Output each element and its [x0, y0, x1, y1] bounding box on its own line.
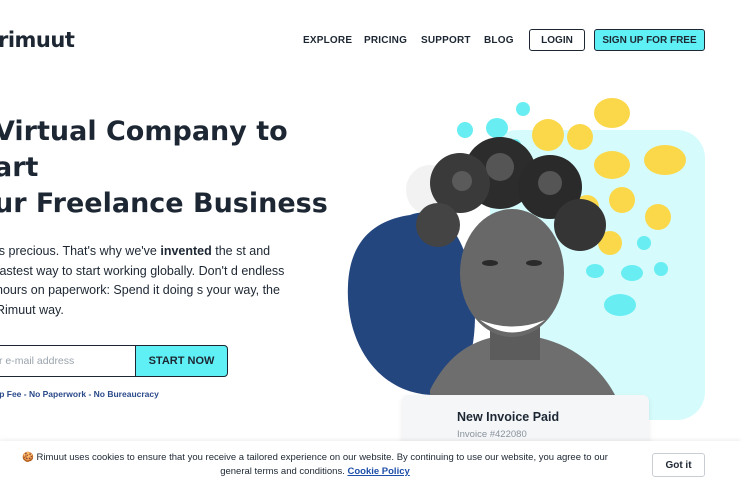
headline-line-2: art	[0, 152, 39, 183]
invoice-number: Invoice #422080	[457, 429, 527, 440]
intro-text-bold: invented	[160, 244, 212, 258]
got-it-button[interactable]: Got it	[652, 453, 705, 477]
cookie-text: Rimuut uses cookies to ensure that you r…	[36, 452, 608, 477]
hero-tagline: up Fee - No Paperwork - No Bureaucracy	[0, 389, 159, 399]
hero-intro: is precious. That's why we've invented t…	[0, 242, 296, 320]
hero-illustration	[347, 98, 705, 425]
intro-text-start: is precious. That's why we've	[0, 244, 161, 258]
headline-line-1: Virtual Company to	[0, 116, 288, 147]
login-button[interactable]: LOGIN	[529, 29, 585, 51]
cookie-banner: 🍪 Rimuut uses cookies to ensure that you…	[0, 441, 741, 486]
nav-explore[interactable]: EXPLORE	[303, 35, 352, 46]
cookie-message: 🍪 Rimuut uses cookies to ensure that you…	[20, 451, 610, 479]
invoice-title: New Invoice Paid	[457, 410, 560, 424]
nav-support[interactable]: SUPPORT	[421, 35, 471, 46]
email-input[interactable]	[0, 345, 138, 377]
rimuut-logo[interactable]: rimuut	[0, 28, 75, 52]
cookie-policy-link[interactable]: Cookie Policy	[347, 466, 409, 477]
start-now-button[interactable]: START NOW	[135, 345, 228, 377]
nav-pricing[interactable]: PRICING	[364, 35, 407, 46]
cookie-icon: 🍪	[22, 452, 34, 463]
hero-headline: Virtual Company to art ur Freelance Busi…	[0, 114, 328, 222]
signup-button[interactable]: SIGN UP FOR FREE	[594, 29, 705, 51]
nav-blog[interactable]: BLOG	[484, 35, 514, 46]
headline-line-3: ur Freelance Business	[0, 188, 328, 219]
